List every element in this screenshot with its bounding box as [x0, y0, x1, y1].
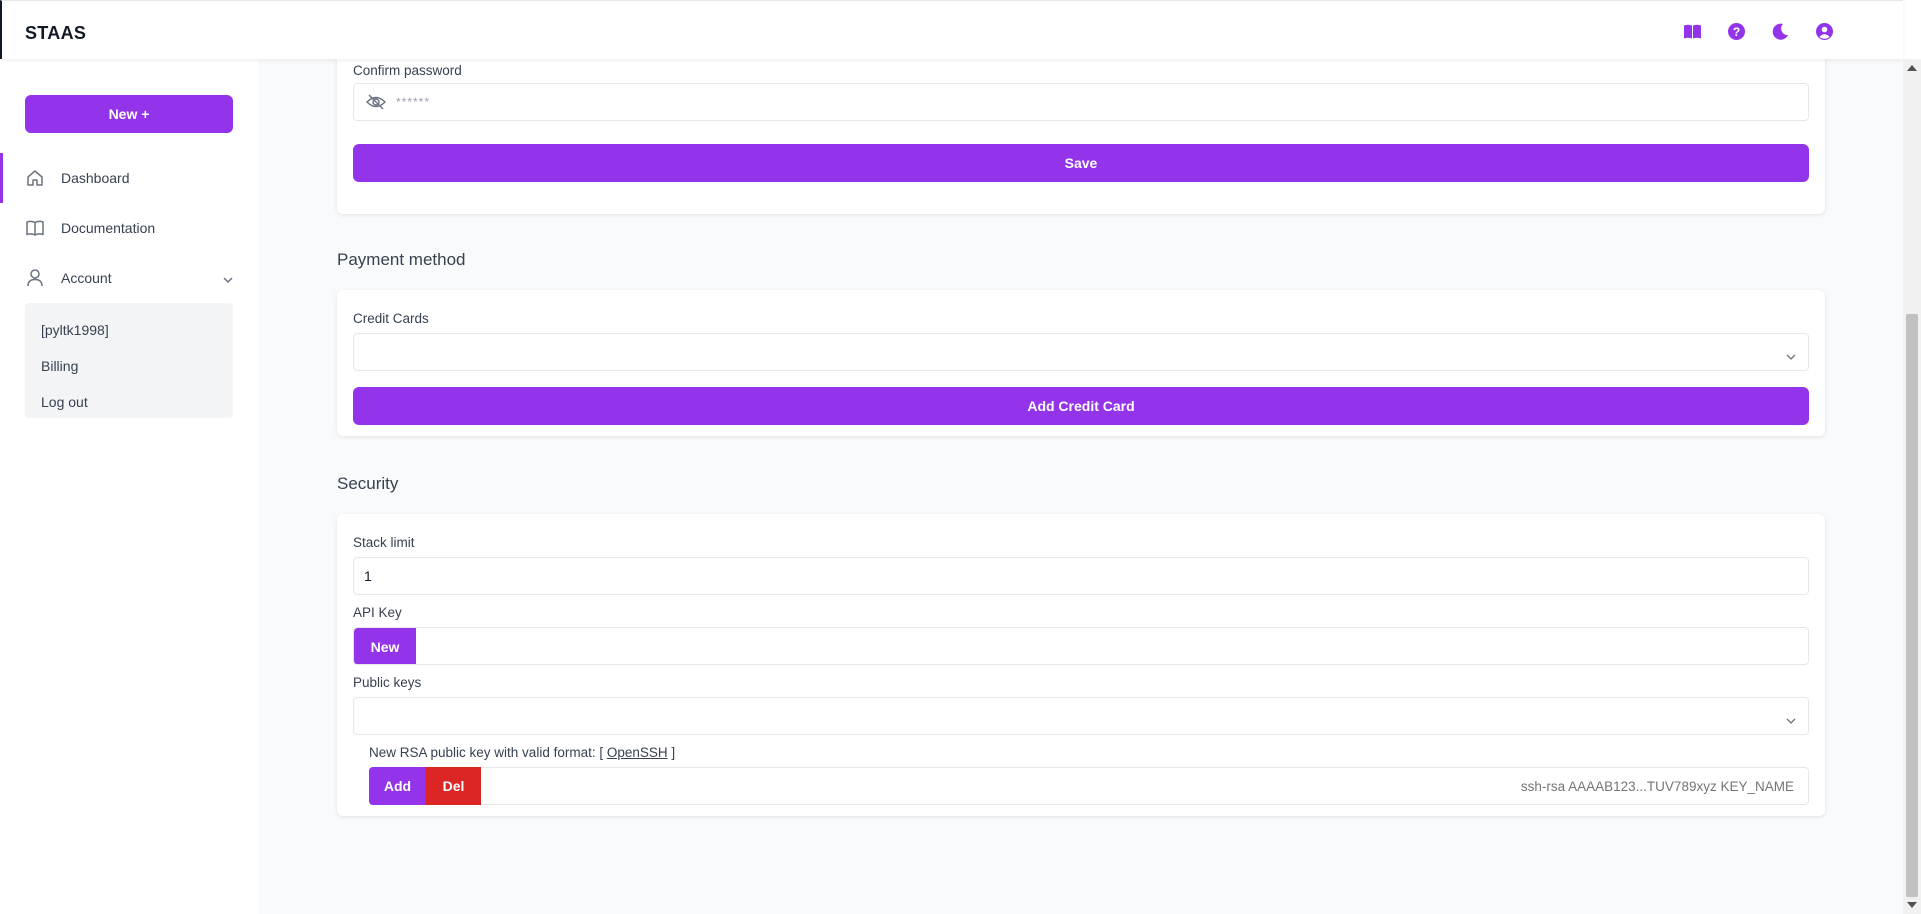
book-icon[interactable]	[1682, 21, 1703, 42]
public-keys-select[interactable]	[353, 697, 1809, 735]
stack-limit-value: 1	[364, 568, 372, 584]
rsa-key-hint: New RSA public key with valid format: [ …	[369, 745, 675, 760]
header-icon-group: ?	[1682, 21, 1835, 42]
sidebar-item-label: Documentation	[61, 220, 156, 236]
book-open-icon	[25, 218, 45, 238]
credit-cards-select[interactable]	[353, 333, 1809, 371]
rsa-key-input[interactable]	[490, 768, 1800, 804]
sidebar-item-documentation[interactable]: Documentation	[0, 203, 258, 253]
eye-off-icon[interactable]	[366, 94, 386, 110]
sidebar-item-account[interactable]: Account	[0, 253, 258, 303]
scroll-up-icon[interactable]	[1907, 65, 1917, 71]
svg-text:?: ?	[1733, 25, 1740, 39]
scroll-thumb[interactable]	[1906, 314, 1918, 897]
api-key-field[interactable]: New	[353, 627, 1809, 665]
main-content: Confirm password ****** Save Payment met…	[258, 39, 1903, 914]
rsa-hint-suffix: ]	[667, 745, 676, 760]
rsa-key-input-group: Add Del	[369, 767, 1809, 805]
save-button[interactable]: Save	[353, 144, 1809, 182]
payment-card: Credit Cards Add Credit Card	[337, 290, 1825, 436]
help-icon[interactable]: ?	[1726, 21, 1747, 42]
add-credit-card-button[interactable]: Add Credit Card	[353, 387, 1809, 425]
chevron-down-icon	[1786, 711, 1796, 727]
confirm-password-placeholder: ******	[396, 95, 431, 109]
page-scrollbar[interactable]	[1903, 59, 1921, 914]
payment-method-title: Payment method	[337, 250, 466, 269]
new-button[interactable]: New +	[25, 95, 233, 133]
sidebar-item-label: Account	[61, 270, 112, 286]
public-keys-label: Public keys	[353, 675, 422, 690]
sidebar-item-label: Dashboard	[61, 170, 130, 186]
stack-limit-label: Stack limit	[353, 535, 415, 550]
home-icon	[25, 168, 45, 188]
submenu-item-billing[interactable]: Billing	[25, 348, 233, 384]
chevron-down-icon	[1786, 347, 1796, 363]
scroll-down-icon[interactable]	[1907, 902, 1917, 908]
submenu-item-logout[interactable]: Log out	[25, 384, 233, 420]
add-key-button[interactable]: Add	[369, 767, 426, 805]
stack-limit-input[interactable]: 1	[353, 557, 1809, 595]
sidebar: New + Dashboard Documentation Account [p…	[0, 59, 258, 914]
security-title: Security	[337, 474, 399, 493]
moon-icon[interactable]	[1770, 21, 1791, 42]
api-key-new-button[interactable]: New	[354, 628, 416, 664]
rsa-hint-prefix: New RSA public key with valid format: [	[369, 745, 607, 760]
account-submenu: [pyltk1998] Billing Log out	[25, 303, 233, 418]
security-card: Stack limit 1 API Key New Public keys Ne…	[337, 514, 1825, 816]
credit-cards-label: Credit Cards	[353, 311, 429, 326]
chevron-down-icon[interactable]	[223, 270, 233, 286]
submenu-item-username[interactable]: [pyltk1998]	[25, 312, 233, 348]
api-key-label: API Key	[353, 605, 402, 620]
user-icon[interactable]	[1814, 21, 1835, 42]
password-card: Confirm password ****** Save	[337, 39, 1825, 214]
confirm-password-field[interactable]: ******	[353, 83, 1809, 121]
delete-key-button[interactable]: Del	[426, 767, 481, 805]
sidebar-item-dashboard[interactable]: Dashboard	[0, 153, 258, 203]
confirm-password-label: Confirm password	[353, 63, 462, 78]
app-brand[interactable]: STAAS	[25, 23, 86, 44]
top-header: STAAS ?	[0, 0, 1903, 59]
user-icon	[25, 268, 45, 288]
openssh-link[interactable]: OpenSSH	[607, 745, 668, 760]
